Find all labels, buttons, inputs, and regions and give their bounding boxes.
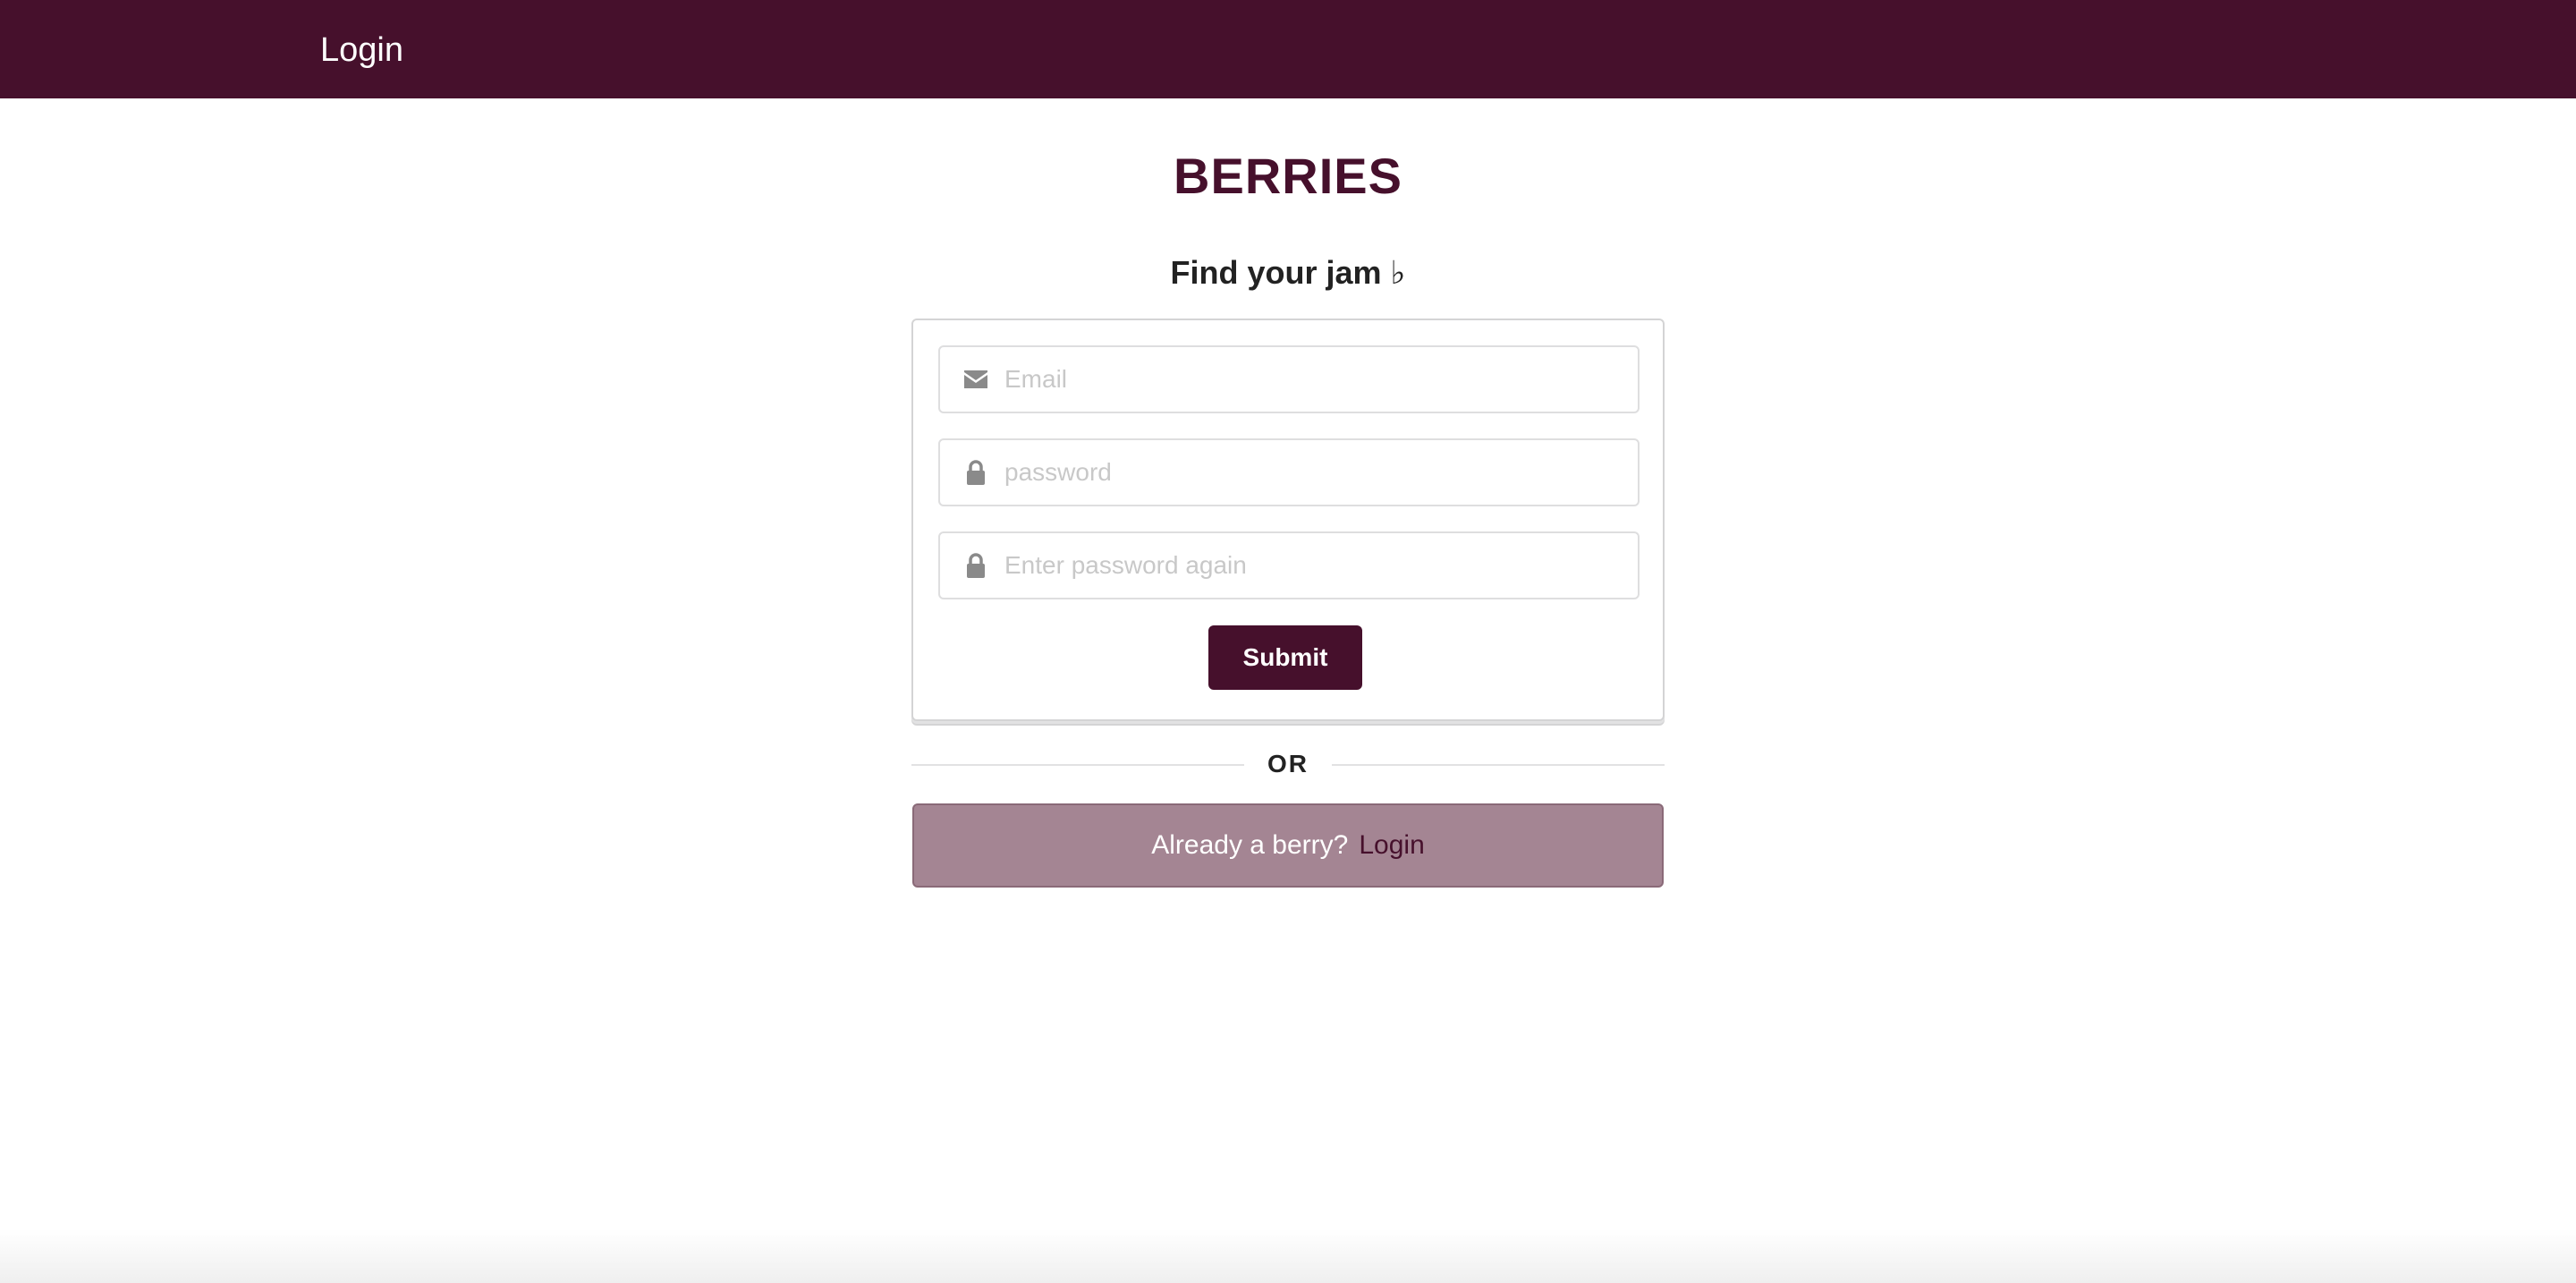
nav-login-link[interactable]: Login	[320, 25, 403, 75]
top-navbar: Login	[0, 0, 2576, 98]
password-input[interactable]	[1004, 440, 1622, 505]
password-confirm-field[interactable]	[938, 531, 1640, 599]
signup-form: Submit	[911, 319, 1665, 721]
password-field[interactable]	[938, 438, 1640, 506]
login-prompt: Already a berry? Login	[912, 803, 1664, 888]
lock-icon	[960, 440, 992, 505]
envelope-icon	[960, 347, 992, 412]
or-divider: OR	[911, 744, 1665, 784]
email-input[interactable]	[1004, 347, 1622, 412]
brand-title: BERRIES	[1174, 148, 1402, 204]
divider-line-right	[1332, 764, 1665, 766]
login-prompt-link[interactable]: Login	[1359, 830, 1424, 861]
password-confirm-input[interactable]	[1004, 533, 1622, 598]
lock-icon	[960, 533, 992, 598]
submit-button[interactable]: Submit	[1208, 625, 1362, 690]
tagline: Find your jam ♭	[1170, 254, 1406, 291]
login-prompt-text: Already a berry?	[1151, 830, 1349, 860]
email-field[interactable]	[938, 345, 1640, 413]
bottom-shadow	[0, 1229, 2576, 1283]
